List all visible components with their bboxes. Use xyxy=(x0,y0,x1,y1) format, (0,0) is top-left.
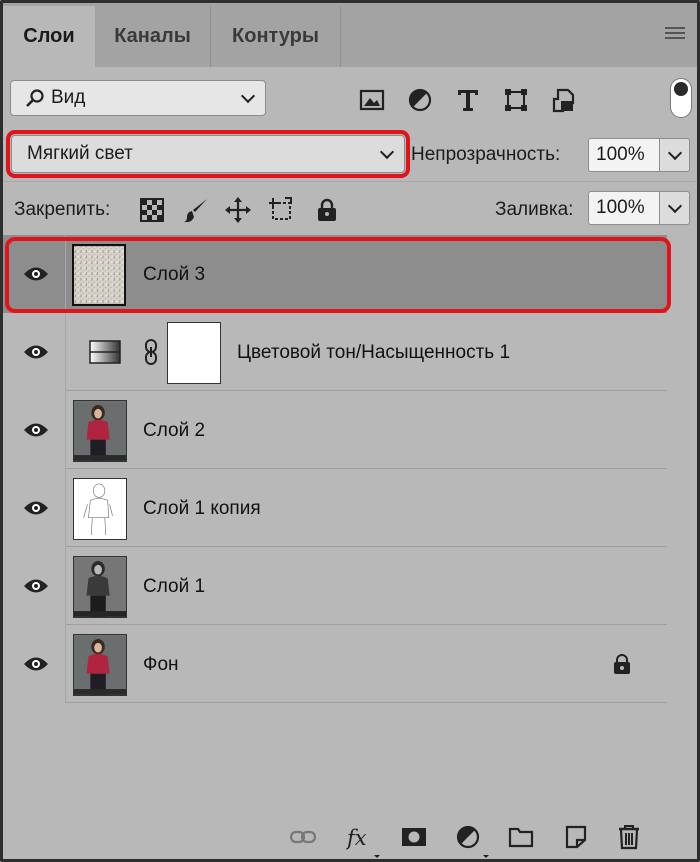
layer-name: Слой 3 xyxy=(143,264,206,285)
layer-list: Слой 3 Цветовой тон/Насыщенность 1 Слой … xyxy=(3,235,697,811)
fx-icon[interactable]: fx xyxy=(346,824,380,858)
link-chain-icon[interactable] xyxy=(143,339,159,365)
fill-dropdown[interactable] xyxy=(660,191,690,225)
type-filter-icon[interactable] xyxy=(455,87,481,113)
delete-layer-icon[interactable] xyxy=(616,824,642,850)
lock-artboard-icon[interactable] xyxy=(269,197,295,223)
search-icon xyxy=(25,88,45,108)
opacity-dropdown[interactable] xyxy=(660,138,690,172)
visibility-cell xyxy=(3,391,66,469)
row-divider xyxy=(66,702,667,703)
lock-all-icon[interactable] xyxy=(314,197,340,223)
layer-row-hue-saturation[interactable]: Цветовой тон/Насыщенность 1 xyxy=(3,313,667,391)
tab-paths[interactable]: Контуры xyxy=(211,6,341,67)
tab-layers[interactable]: Слои xyxy=(3,6,95,67)
filter-toggle[interactable] xyxy=(670,78,692,118)
opacity-field[interactable]: 100% xyxy=(588,138,660,172)
blend-mode-highlight xyxy=(6,130,410,178)
layer-thumbnail-sketch xyxy=(73,478,127,540)
layer-thumbnail-photo xyxy=(73,400,127,462)
layer-thumbnail-texture xyxy=(72,244,126,306)
bottom-toolbar: fx xyxy=(3,811,697,859)
link-layers-icon[interactable] xyxy=(290,824,316,850)
eye-icon[interactable] xyxy=(23,421,49,439)
layer-row-layer3[interactable]: Слой 3 xyxy=(3,235,667,313)
layer-thumbnail-photo-bw xyxy=(73,556,127,618)
new-group-icon[interactable] xyxy=(508,824,534,850)
eye-icon[interactable] xyxy=(23,655,49,673)
lock-transparent-pixels-icon[interactable] xyxy=(139,197,165,223)
shape-filter-icon[interactable] xyxy=(503,87,529,113)
layer-name: Слой 1 xyxy=(143,576,206,597)
new-layer-icon[interactable] xyxy=(563,824,589,850)
layer-name: Цветовой тон/Насыщенность 1 xyxy=(237,342,511,363)
smart-object-filter-icon[interactable] xyxy=(551,87,577,113)
visibility-cell xyxy=(3,625,66,703)
lock-label: Закрепить: xyxy=(14,199,111,220)
hue-saturation-adjustment-icon xyxy=(89,340,121,364)
panel-menu-icon[interactable] xyxy=(665,27,685,41)
lock-row: Закрепить: Заливка: 100% xyxy=(3,181,697,233)
svg-text:fx: fx xyxy=(346,826,367,850)
image-filter-icon[interactable] xyxy=(359,87,385,113)
layer-row-background[interactable]: Фон xyxy=(3,625,667,703)
visibility-cell xyxy=(3,547,66,625)
fill-field[interactable]: 100% xyxy=(588,191,660,225)
layer-thumbnail-photo xyxy=(73,634,127,696)
opacity-label: Непрозрачность: xyxy=(411,144,561,165)
lock-image-pixels-icon[interactable] xyxy=(183,197,209,223)
eye-icon[interactable] xyxy=(23,265,49,283)
layer-name: Фон xyxy=(143,654,179,675)
layer-filter-row: Вид xyxy=(3,67,697,127)
tab-channels[interactable]: Каналы xyxy=(95,6,211,67)
chevron-down-icon xyxy=(240,88,256,104)
layer-name: Слой 1 копия xyxy=(143,498,261,519)
fill-label: Заливка: xyxy=(495,199,574,220)
submenu-indicator xyxy=(483,855,489,858)
filter-kind-label: Вид xyxy=(51,87,86,108)
layers-panel: Слои Каналы Контуры Вид Мягкий свет Непр… xyxy=(0,0,700,862)
eye-icon[interactable] xyxy=(23,499,49,517)
new-adjustment-icon[interactable] xyxy=(455,824,489,858)
eye-icon[interactable] xyxy=(23,343,49,361)
layer-name: Слой 2 xyxy=(143,420,206,441)
chevron-down-icon xyxy=(667,198,683,214)
layer-lock-icon[interactable] xyxy=(611,653,633,675)
layer-row-layer1[interactable]: Слой 1 xyxy=(3,547,667,625)
lock-position-icon[interactable] xyxy=(225,197,251,223)
filter-kind-select[interactable]: Вид xyxy=(10,80,266,116)
visibility-cell xyxy=(3,235,66,313)
layer-row-layer1-copy[interactable]: Слой 1 копия xyxy=(3,469,667,547)
layer-row-layer2[interactable]: Слой 2 xyxy=(3,391,667,469)
eye-icon[interactable] xyxy=(23,577,49,595)
adjustment-filter-icon[interactable] xyxy=(407,87,433,113)
chevron-down-icon xyxy=(667,145,683,161)
add-mask-icon[interactable] xyxy=(401,824,427,850)
blend-row: Мягкий свет Непрозрачность: 100% xyxy=(3,127,697,181)
visibility-cell xyxy=(3,313,66,391)
visibility-cell xyxy=(3,469,66,547)
submenu-indicator xyxy=(374,855,380,858)
tab-bar: Слои Каналы Контуры xyxy=(3,3,697,67)
layer-mask-thumbnail[interactable] xyxy=(167,322,221,384)
